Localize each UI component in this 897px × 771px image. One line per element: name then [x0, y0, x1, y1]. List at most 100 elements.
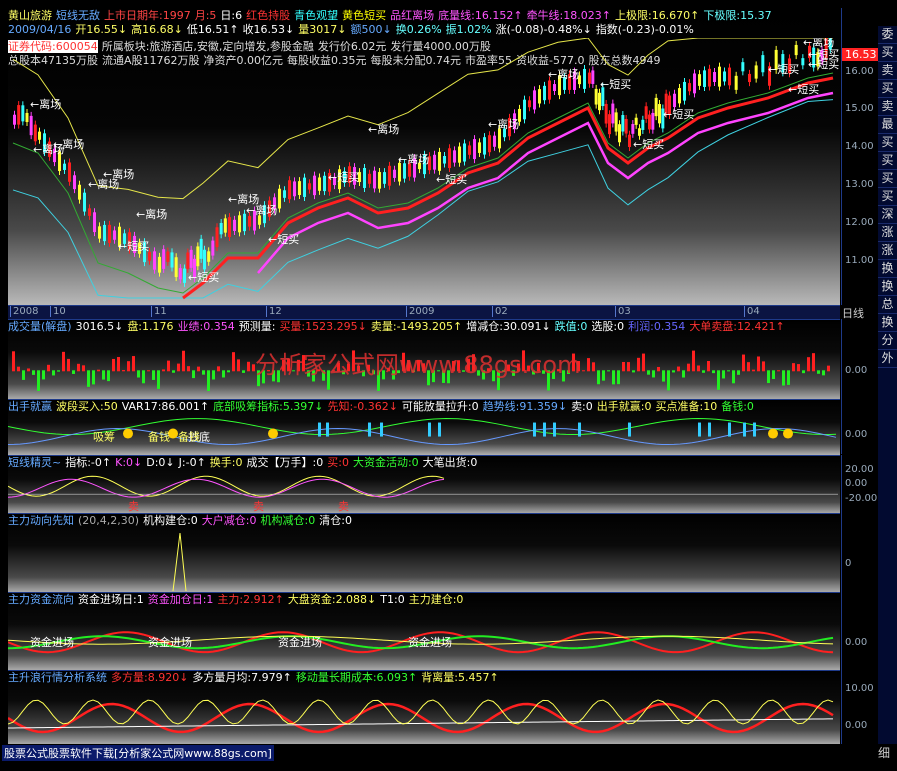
- candle-body: [233, 219, 236, 231]
- panel-tick: 0.00: [845, 428, 868, 440]
- volume-bar: [727, 370, 730, 372]
- volume-bar: [817, 370, 820, 374]
- candle-body: [166, 251, 170, 262]
- panel-header-item: 背离量:5.457↑: [421, 671, 499, 684]
- candle-body: [741, 62, 745, 72]
- signal-bar: [438, 422, 441, 437]
- side-tab[interactable]: 买: [878, 188, 897, 206]
- volume-bar: [812, 353, 815, 372]
- signal-annotation: ←短买: [188, 270, 219, 284]
- side-tab[interactable]: 卖: [878, 98, 897, 116]
- candle-body: [207, 251, 211, 262]
- candle-body: [583, 68, 586, 89]
- volume-bar: [667, 370, 670, 391]
- signal-annotation: ←短买: [633, 137, 664, 151]
- price-tick: 14.00: [845, 141, 874, 152]
- candle-body: [631, 124, 635, 134]
- panel-header-item: 短线精灵~: [8, 456, 62, 469]
- bottom-right-tab[interactable]: 细: [878, 744, 890, 761]
- price-badge: 16.53: [842, 48, 880, 61]
- candle-body: [153, 251, 156, 270]
- signal-annotation: ←离场: [548, 67, 579, 81]
- candle-body: [393, 169, 396, 178]
- side-tab[interactable]: 买: [878, 80, 897, 98]
- signal-annotation: ←短买: [788, 82, 819, 96]
- panel-label: 资金进场: [148, 635, 192, 649]
- panel-header: 主力资金流向 资金进场日:1 资金加仓日:1 主力:2.912↑ 大盘资金:2.088↓…: [8, 593, 467, 607]
- side-tab[interactable]: 涨: [878, 242, 897, 260]
- side-tab[interactable]: 买: [878, 134, 897, 152]
- volume-bar: [242, 370, 245, 373]
- signal-bar: [543, 422, 546, 437]
- volume-bar: [647, 370, 650, 375]
- panel-zhusheng[interactable]: 主升浪行情分析系统 多方量:8.920↓ 多方量月均:7.979↑ 移动量长期成本:6…: [8, 670, 840, 745]
- candle-body: [29, 115, 33, 136]
- side-tab[interactable]: 总: [878, 296, 897, 314]
- volume-bar: [627, 362, 630, 372]
- candle-body: [283, 190, 286, 198]
- side-tabs[interactable]: 委买卖买卖最买买买买深涨涨换换总换分外: [878, 26, 897, 746]
- candle-body: [654, 97, 658, 117]
- side-tab[interactable]: 外: [878, 350, 897, 368]
- panel-label: 备钱: [178, 430, 200, 444]
- panel-tick: 20.00: [845, 463, 874, 475]
- header1-item: 上市日期年:1997: [104, 9, 191, 22]
- panel-zhuli_dongxiang[interactable]: 主力动向先知 (20,4,2,30) 机构建仓:0 大户减仓:0 机构减仓:0 清仓:0: [8, 513, 840, 593]
- volume-bar: [732, 370, 735, 384]
- candle-body: [448, 148, 451, 169]
- signal-annotation: ←短买: [768, 62, 799, 76]
- panel-header-item: 利润:0.354: [628, 320, 686, 333]
- volume-bar: [687, 363, 690, 372]
- panel-label: 卖: [253, 500, 264, 513]
- date-label: 11: [151, 306, 167, 317]
- panel-duanxian[interactable]: 短线精灵~ 指标:-0↑ K:0↓ D:0↓ J:-0↑ 换手:0 成交【万手】:0 买:0 大…: [8, 455, 840, 514]
- volume-bar: [112, 358, 115, 372]
- side-tab[interactable]: 分: [878, 332, 897, 350]
- candle-body: [748, 73, 751, 83]
- volume-bar: [197, 366, 200, 372]
- candle-body: [538, 89, 541, 104]
- side-tab[interactable]: 最: [878, 116, 897, 134]
- side-tab[interactable]: 深: [878, 206, 897, 224]
- candle-body: [203, 249, 206, 270]
- candle-body: [698, 74, 701, 86]
- panel-label: 资金进场: [30, 635, 74, 649]
- side-tab[interactable]: 买: [878, 44, 897, 62]
- candle-body: [223, 218, 227, 233]
- volume-bar: [747, 362, 750, 372]
- header1-item: 青色观望: [294, 9, 339, 22]
- panel-header-item: 主力资金流向: [8, 593, 74, 606]
- candle-body: [189, 249, 193, 268]
- candle-body: [621, 115, 625, 132]
- candle-body: [443, 156, 446, 164]
- panel-chushou[interactable]: 出手就赢 波段买入:50 VAR17:86.001↑ 底部吸筹指标:5.397↓ 先知:…: [8, 399, 840, 455]
- price-chart-svg[interactable]: ←离场←离场←离场←离场←离场←离场←离场←离场←离场←离场←离场←离场←离场←…: [8, 38, 840, 303]
- candle-body: [368, 173, 371, 184]
- panel-header-item: 趋势线:91.359↓: [482, 400, 568, 413]
- side-tab[interactable]: 涨: [878, 224, 897, 242]
- candle-body: [634, 117, 638, 125]
- side-tab[interactable]: 买: [878, 170, 897, 188]
- panel-header-item: 业绩:0.354: [177, 320, 235, 333]
- side-tab[interactable]: 换: [878, 260, 897, 278]
- volume-bar: [682, 370, 685, 378]
- side-tab[interactable]: 卖: [878, 62, 897, 80]
- panel-header-item: 换手:0: [209, 456, 243, 469]
- side-tab[interactable]: 换: [878, 278, 897, 296]
- signal-annotation: ←离场: [488, 117, 519, 131]
- candle-body: [718, 66, 721, 87]
- candle-body: [628, 134, 631, 148]
- side-tab[interactable]: 换: [878, 314, 897, 332]
- side-tab[interactable]: 委: [878, 26, 897, 44]
- candle-body: [703, 70, 706, 87]
- side-tab[interactable]: 买: [878, 152, 897, 170]
- candle-body: [754, 65, 758, 79]
- volume-bar: [677, 366, 680, 372]
- candle-body: [624, 118, 628, 134]
- signal-annotation: ←离场: [368, 122, 399, 136]
- price-tick: 11.00: [845, 255, 874, 266]
- candle-body: [103, 224, 106, 242]
- panel-header-item: 成交量(解盘): [8, 320, 72, 333]
- volume-bar: [632, 370, 635, 373]
- panel-zijin[interactable]: 主力资金流向 资金进场日:1 资金加仓日:1 主力:2.912↑ 大盘资金:2.088↓…: [8, 592, 840, 671]
